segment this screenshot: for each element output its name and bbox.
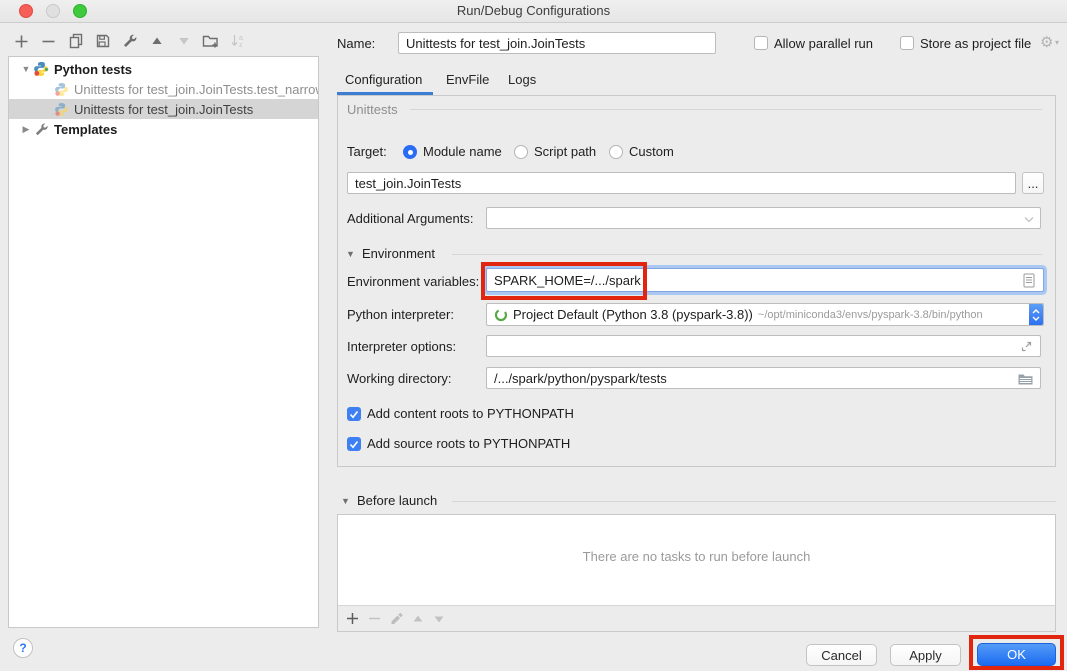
allow-parallel-run-label: Allow parallel run [774, 36, 873, 51]
tree-item-python-tests[interactable]: ▼ Python tests [9, 59, 318, 79]
python-interpreter-label: Python interpreter: [347, 307, 454, 322]
module-name-input[interactable]: test_join.JoinTests [347, 172, 1016, 194]
radio-custom-label[interactable]: Custom [629, 144, 674, 159]
interpreter-options-label: Interpreter options: [347, 339, 456, 354]
svg-text:a: a [239, 35, 243, 42]
gear-dropdown-arrow-icon[interactable]: ▾ [1055, 38, 1059, 47]
tree-item-templates[interactable]: ▶ Templates [9, 119, 318, 139]
allow-parallel-run-checkbox[interactable] [754, 36, 768, 50]
python-interpreter-value: Project Default (Python 3.8 (pyspark-3.8… [513, 307, 753, 322]
environment-section-triangle-icon[interactable]: ▼ [346, 249, 355, 259]
name-input[interactable]: Unittests for test_join.JoinTests [398, 32, 716, 54]
combobox-stepper[interactable] [1029, 303, 1043, 326]
python-tests-icon [33, 61, 49, 77]
tree-item-label: Unittests for test_join.JoinTests.test_n… [74, 82, 318, 97]
section-divider [452, 254, 1042, 255]
environment-variables-value: SPARK_HOME=/.../spark [494, 273, 641, 288]
additional-arguments-input[interactable] [486, 207, 1041, 229]
python-test-config-icon [53, 81, 69, 97]
window-title: Run/Debug Configurations [0, 3, 1067, 18]
help-button[interactable]: ? [13, 638, 33, 658]
move-task-down-icon[interactable] [433, 614, 445, 624]
group-divider [410, 109, 1042, 110]
working-directory-value: /.../spark/python/pyspark/tests [494, 371, 667, 386]
add-content-roots-checkbox[interactable] [347, 407, 361, 421]
remove-task-icon[interactable] [368, 612, 381, 625]
environment-variables-label: Environment variables: [347, 274, 479, 289]
tab-configuration[interactable]: Configuration [345, 72, 422, 87]
radio-module-name[interactable] [403, 145, 417, 159]
conda-environment-icon [494, 308, 508, 322]
environment-variables-input[interactable]: SPARK_HOME=/.../spark [486, 268, 1044, 292]
save-icon[interactable] [94, 33, 111, 50]
edit-task-pencil-icon[interactable] [390, 612, 403, 625]
tree-item-label: Templates [54, 122, 117, 137]
environment-section-label[interactable]: Environment [362, 246, 435, 261]
python-interpreter-combobox[interactable]: Project Default (Python 3.8 (pyspark-3.8… [486, 303, 1044, 326]
collapsed-triangle-icon[interactable]: ▶ [19, 124, 33, 135]
expand-chevron-icon[interactable] [1024, 216, 1034, 223]
radio-module-name-label[interactable]: Module name [423, 144, 502, 159]
before-launch-panel: There are no tasks to run before launch [337, 514, 1056, 632]
tree-item-test-narrow[interactable]: Unittests for test_join.JoinTests.test_n… [9, 79, 318, 99]
add-source-roots-label: Add source roots to PYTHONPATH [367, 436, 570, 451]
tree-item-label: Python tests [54, 62, 132, 77]
store-as-project-file-label: Store as project file [920, 36, 1031, 51]
tree-item-label: Unittests for test_join.JoinTests [74, 102, 253, 117]
before-launch-triangle-icon[interactable]: ▼ [341, 496, 350, 506]
expanded-triangle-icon[interactable]: ▼ [19, 64, 33, 74]
additional-arguments-label: Additional Arguments: [347, 211, 473, 226]
tab-envfile[interactable]: EnvFile [446, 72, 489, 87]
new-folder-icon[interactable] [202, 33, 219, 50]
folder-icon[interactable] [1018, 373, 1033, 385]
apply-button[interactable]: Apply [890, 644, 961, 666]
interpreter-options-input[interactable] [486, 335, 1041, 357]
configurations-toolbar: az [13, 31, 246, 51]
add-task-icon[interactable] [346, 612, 359, 625]
browse-env-vars-list-icon[interactable] [1023, 273, 1035, 288]
move-task-up-icon[interactable] [412, 614, 424, 624]
run-debug-configurations-dialog: Run/Debug Configurations az ▼ Python tes [0, 0, 1067, 671]
tree-item-jointests-selected[interactable]: Unittests for test_join.JoinTests [9, 99, 318, 119]
before-launch-toolbar [338, 605, 1055, 631]
add-content-roots-label: Add content roots to PYTHONPATH [367, 406, 574, 421]
title-bar: Run/Debug Configurations [0, 0, 1067, 23]
python-test-config-icon [53, 101, 69, 117]
add-source-roots-checkbox[interactable] [347, 437, 361, 451]
radio-script-path-label[interactable]: Script path [534, 144, 596, 159]
store-as-project-file-checkbox[interactable] [900, 36, 914, 50]
python-interpreter-path: ~/opt/miniconda3/envs/pyspark-3.8/bin/py… [758, 309, 983, 321]
tab-logs[interactable]: Logs [508, 72, 536, 87]
name-label: Name: [337, 36, 375, 51]
browse-button[interactable]: ... [1022, 172, 1044, 194]
section-divider [452, 501, 1056, 502]
gear-icon[interactable]: ⚙ [1040, 33, 1053, 51]
remove-icon[interactable] [40, 33, 57, 50]
working-directory-label: Working directory: [347, 371, 452, 386]
radio-custom[interactable] [609, 145, 623, 159]
ok-button[interactable]: OK [977, 643, 1056, 666]
edit-defaults-wrench-icon[interactable] [121, 33, 138, 50]
before-launch-empty-message: There are no tasks to run before launch [338, 549, 1055, 564]
radio-script-path[interactable] [514, 145, 528, 159]
add-icon[interactable] [13, 33, 30, 50]
before-launch-section-label[interactable]: Before launch [357, 493, 437, 508]
move-up-icon[interactable] [148, 33, 165, 50]
target-label: Target: [347, 144, 387, 159]
templates-wrench-icon [33, 121, 49, 137]
svg-text:z: z [239, 42, 243, 49]
working-directory-input[interactable]: /.../spark/python/pyspark/tests [486, 367, 1041, 389]
copy-icon[interactable] [67, 33, 84, 50]
unittests-group-title: Unittests [347, 102, 398, 117]
expand-field-icon[interactable] [1020, 340, 1033, 353]
sort-alphabetically-icon[interactable]: az [229, 33, 246, 50]
cancel-button[interactable]: Cancel [806, 644, 877, 666]
configurations-tree: ▼ Python tests Unittests for test_join.J… [8, 56, 319, 628]
move-down-icon[interactable] [175, 33, 192, 50]
